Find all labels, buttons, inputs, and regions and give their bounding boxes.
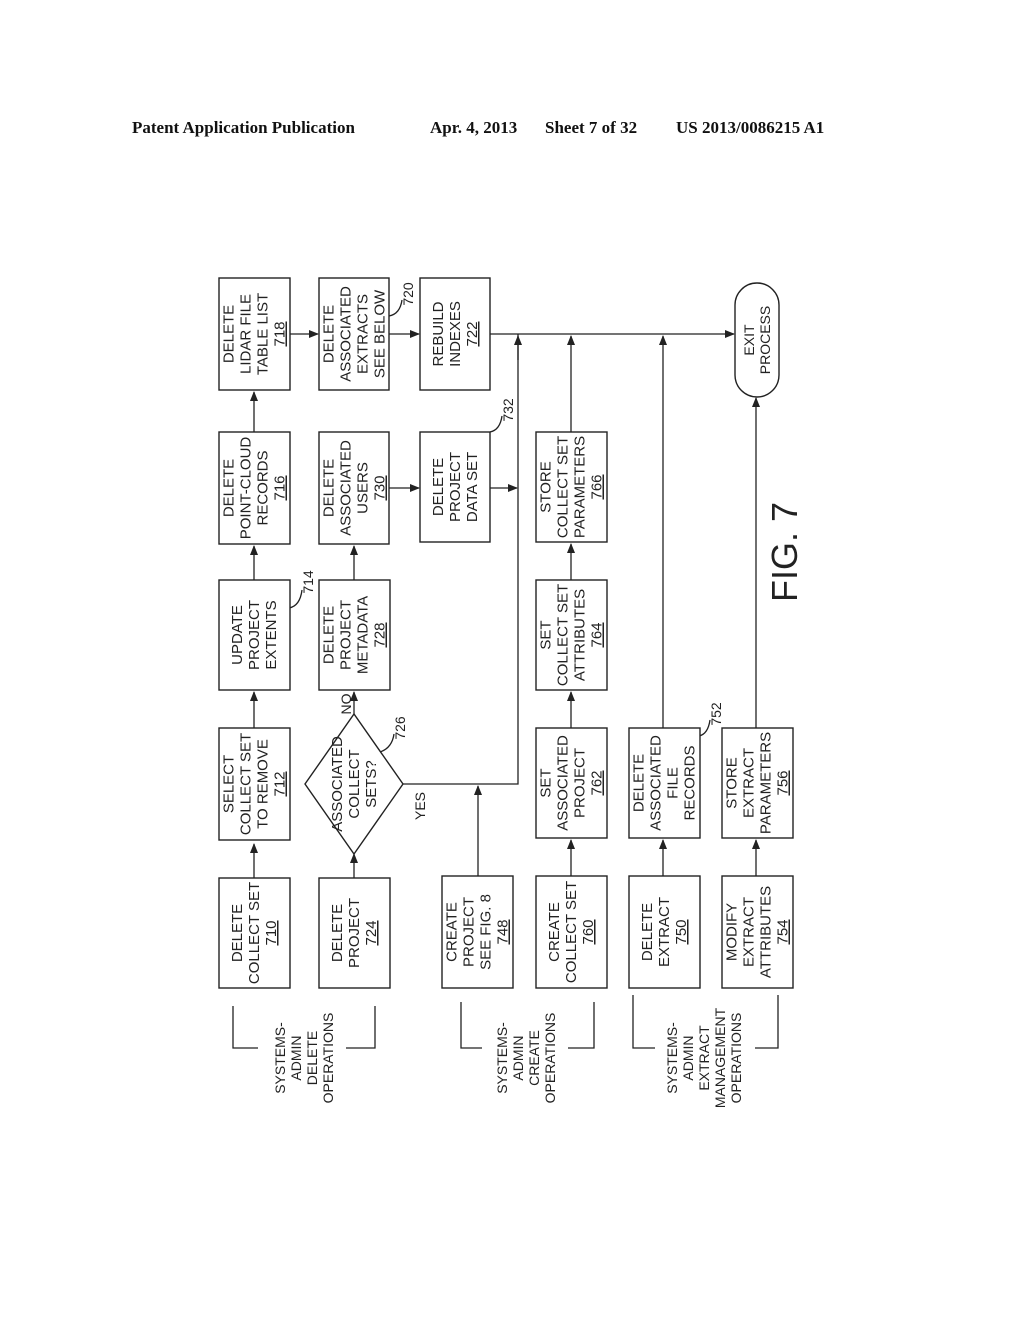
bracket-delete-ops	[232, 1006, 258, 1049]
figure-label: FIG. 7	[764, 502, 805, 602]
bracket-delete-ops-r	[346, 1006, 376, 1049]
label-no: NO	[338, 693, 354, 714]
node-shapes	[218, 277, 794, 989]
callout-714: 714	[300, 570, 316, 594]
label-n714: UPDATEPROJECTEXTENTS	[229, 600, 280, 670]
label-n732: DELETEPROJECTDATA SET	[430, 452, 481, 522]
group-label-extract: SYSTEMS-ADMINEXTRACTMANAGEMENTOPERATIONS	[664, 1007, 744, 1108]
callout-726: 726	[392, 716, 408, 740]
group-label-create: SYSTEMS-ADMINCREATEOPERATIONS	[494, 1013, 558, 1104]
callout-752: 752	[708, 702, 724, 726]
flowchart-fig7: DELETECOLLECT SET710SELECTCOLLECT SETTO …	[218, 277, 805, 1108]
callout-720: 720	[400, 282, 416, 306]
group-label-delete: SYSTEMS-ADMINDELETEOPERATIONS	[272, 1013, 336, 1104]
bracket-extract-ops-r	[755, 995, 779, 1049]
bracket-create-ops	[460, 1002, 482, 1049]
callout-732: 732	[500, 398, 516, 422]
label-yes: YES	[412, 792, 428, 820]
bracket-extract-ops	[632, 995, 655, 1049]
bracket-create-ops-r	[568, 1002, 595, 1049]
